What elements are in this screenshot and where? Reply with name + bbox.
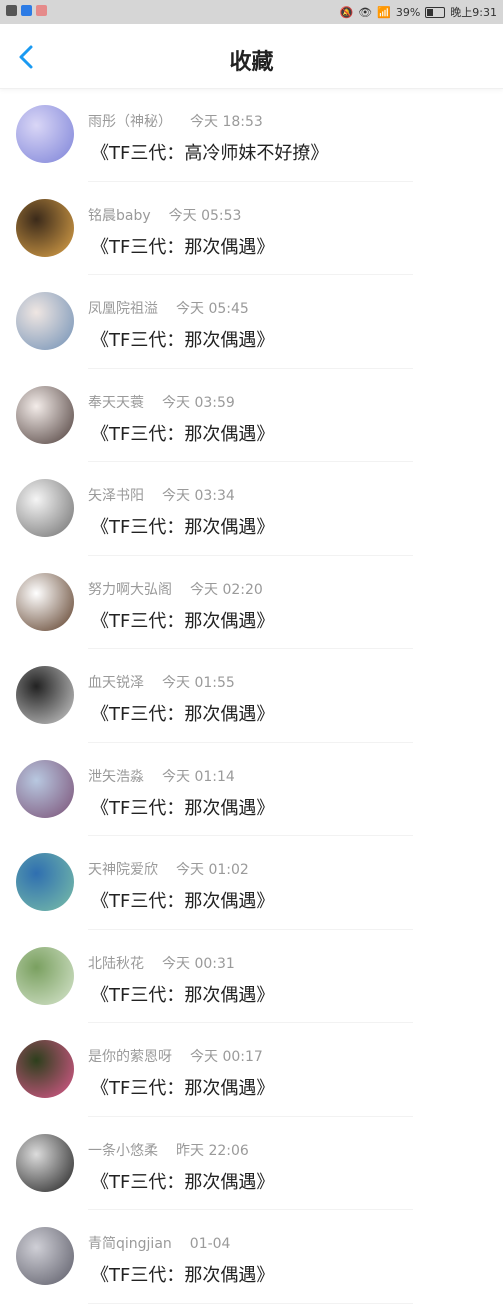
favorites-list: 雨彤（神秘） 今天 18:53 《TF三代：高冷师妹不好撩》铭晨baby 今天 05:… [0,88,503,1304]
list-item[interactable]: 雨彤（神秘） 今天 18:53 《TF三代：高冷师妹不好撩》 [0,88,503,182]
author-name: 北陆秋花 [88,955,144,972]
item-meta: 血天锐泽 今天 01:55 [88,672,235,692]
app-header: 收藏 [0,24,503,89]
avatar[interactable] [16,479,74,537]
page-title: 收藏 [229,49,274,75]
author-name: 努力啊大弘阁 [88,581,172,598]
wifi-icon: 📶 [377,5,391,19]
timestamp: 今天 01:14 [162,768,235,785]
avatar[interactable] [16,1227,74,1285]
author-name: 血天锐泽 [88,675,144,691]
story-title[interactable]: 《TF三代：那次偶遇》 [91,794,274,820]
avatar[interactable] [16,105,74,163]
timestamp: 今天 01:55 [162,675,235,691]
avatar[interactable] [16,198,74,257]
item-meta: 一条小悠柔 昨天 22:06 [88,1140,249,1160]
author-name: 矢泽书阳 [88,488,144,504]
clock: 晚上9:31 [450,6,497,19]
divider [88,1302,413,1304]
author-name: 铭晨baby [88,207,151,224]
author-name: 天神院爱欣 [88,862,158,878]
avatar[interactable] [16,572,74,631]
story-title[interactable]: 《TF三代：那次偶遇》 [91,233,274,259]
system-indicators: 🔕 👁 📶 39% 晚上9:31 [339,4,497,20]
timestamp: 今天 05:45 [176,301,249,317]
timestamp: 01-04 [189,1236,231,1252]
avatar[interactable] [16,385,74,444]
battery-percent: 39% [395,5,421,19]
notification-icons [6,5,47,16]
list-item[interactable]: 铭晨baby 今天 05:53 《TF三代：那次偶遇》 [0,182,503,275]
avatar[interactable] [16,292,74,350]
app-notification-icon [6,5,17,16]
item-meta: 凤凰院祖溢 今天 05:45 [88,298,249,318]
list-item[interactable]: 是你的萦恩呀 今天 00:17 《TF三代：那次偶遇》 [0,1023,503,1117]
item-meta: 泄矢浩淼 今天 01:14 [88,766,235,786]
item-meta: 天神院爱欣 今天 01:02 [88,859,249,879]
avatar[interactable] [16,1040,74,1098]
item-meta: 是你的萦恩呀 今天 00:17 [88,1046,263,1066]
item-meta: 矢泽书阳 今天 03:34 [88,485,235,505]
story-title[interactable]: 《TF三代：那次偶遇》 [91,700,274,726]
avatar[interactable] [16,759,74,818]
battery-icon [425,6,446,18]
story-title[interactable]: 《TF三代：那次偶遇》 [91,981,274,1007]
eye-icon: 👁 [358,5,373,19]
story-title[interactable]: 《TF三代：那次偶遇》 [91,1261,274,1287]
author-name: 奉天天蓑 [88,394,144,411]
avatar[interactable] [16,853,74,911]
list-item[interactable]: 矢泽书阳 今天 03:34 《TF三代：那次偶遇》 [0,462,503,556]
item-meta: 青简qingjian 01-04 [88,1233,230,1253]
app-badge-icon [36,5,47,16]
avatar[interactable] [16,1133,74,1192]
timestamp: 今天 03:34 [162,488,235,504]
author-name: 青简qingjian [88,1236,172,1252]
timestamp: 今天 18:53 [190,114,263,130]
list-item[interactable]: 凤凰院祖溢 今天 05:45 《TF三代：那次偶遇》 [0,275,503,369]
timestamp: 今天 03:59 [162,394,235,411]
list-item[interactable]: 血天锐泽 今天 01:55 《TF三代：那次偶遇》 [0,649,503,743]
list-item[interactable]: 天神院爱欣 今天 01:02 《TF三代：那次偶遇》 [0,836,503,930]
timestamp: 今天 02:20 [190,581,263,598]
timestamp: 今天 01:02 [176,862,249,878]
story-title[interactable]: 《TF三代：那次偶遇》 [91,326,274,352]
author-name: 一条小悠柔 [88,1142,158,1159]
item-meta: 雨彤（神秘） 今天 18:53 [88,111,263,131]
list-item[interactable]: 一条小悠柔 昨天 22:06 《TF三代：那次偶遇》 [0,1117,503,1210]
story-title[interactable]: 《TF三代：那次偶遇》 [91,420,274,446]
mute-icon: 🔕 [339,5,354,19]
story-title[interactable]: 《TF三代：那次偶遇》 [91,1074,274,1100]
avatar[interactable] [16,946,74,1005]
item-meta: 努力啊大弘阁 今天 02:20 [88,579,263,599]
list-item[interactable]: 泄矢浩淼 今天 01:14 《TF三代：那次偶遇》 [0,743,503,836]
list-item[interactable]: 努力啊大弘阁 今天 02:20 《TF三代：那次偶遇》 [0,556,503,649]
author-name: 泄矢浩淼 [88,768,144,785]
author-name: 是你的萦恩呀 [88,1049,172,1065]
avatar[interactable] [16,666,74,724]
story-title[interactable]: 《TF三代：那次偶遇》 [91,1168,274,1194]
timestamp: 今天 05:53 [168,207,242,224]
story-title[interactable]: 《TF三代：那次偶遇》 [91,513,274,539]
story-title[interactable]: 《TF三代：那次偶遇》 [91,607,274,633]
item-meta: 铭晨baby 今天 05:53 [88,205,241,225]
story-title[interactable]: 《TF三代：那次偶遇》 [91,887,274,913]
list-item[interactable]: 奉天天蓑 今天 03:59 《TF三代：那次偶遇》 [0,369,503,462]
item-meta: 北陆秋花 今天 00:31 [88,953,235,973]
list-item[interactable]: 北陆秋花 今天 00:31 《TF三代：那次偶遇》 [0,930,503,1023]
author-name: 凤凰院祖溢 [88,301,158,317]
timestamp: 今天 00:31 [162,955,235,972]
author-name: 雨彤（神秘） [88,114,172,130]
item-meta: 奉天天蓑 今天 03:59 [88,392,235,412]
status-bar: 🔕 👁 📶 39% 晚上9:31 [0,0,503,24]
message-notification-icon [21,5,32,16]
timestamp: 今天 00:17 [190,1049,263,1065]
list-item[interactable]: 青简qingjian 01-04 《TF三代：那次偶遇》 [0,1210,503,1304]
timestamp: 昨天 22:06 [176,1142,249,1159]
story-title[interactable]: 《TF三代：高冷师妹不好撩》 [91,139,328,165]
